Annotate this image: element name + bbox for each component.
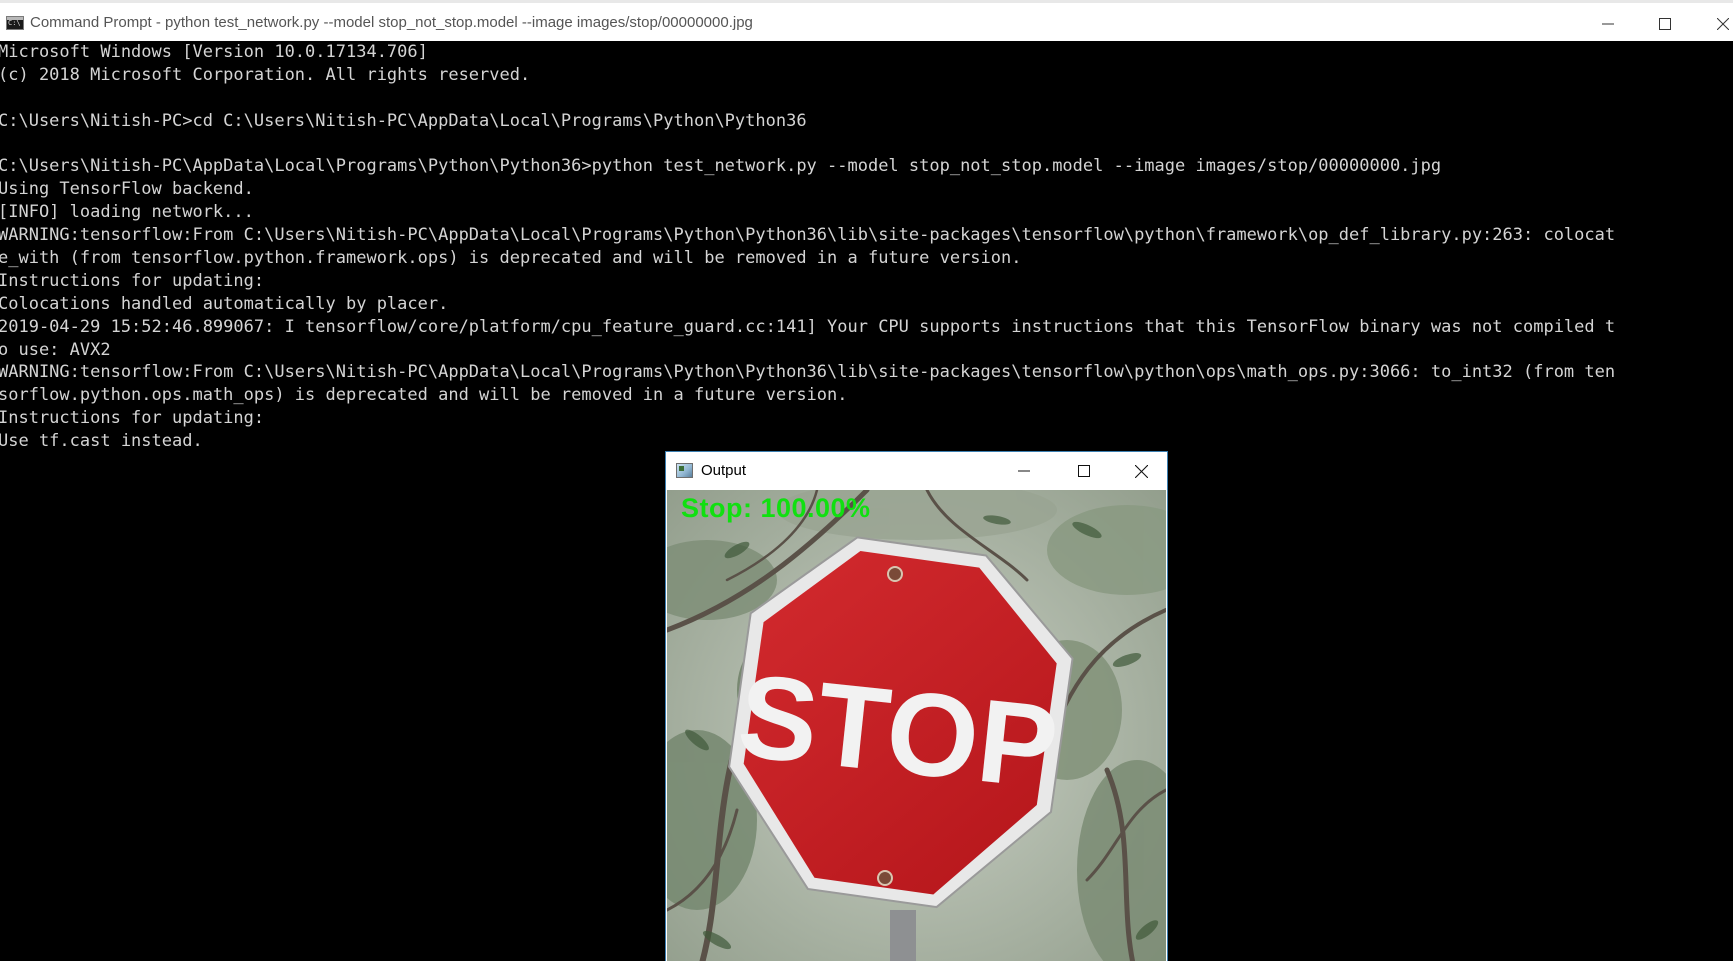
cmd-maximize-button[interactable] bbox=[1636, 6, 1694, 41]
prediction-label: Stop: 100.00% bbox=[681, 493, 871, 523]
cmd-close-button[interactable] bbox=[1694, 6, 1733, 41]
console-line: C:\Users\Nitish-PC\AppData\Local\Program… bbox=[0, 156, 1442, 177]
console-icon bbox=[6, 16, 24, 30]
output-image: STOP Stop: 100.00% bbox=[667, 490, 1166, 961]
console-line: (c) 2018 Microsoft Corporation. All righ… bbox=[0, 64, 531, 85]
console-line: sorflow.python.ops.math_ops) is deprecat… bbox=[0, 385, 848, 406]
console-line: Instructions for updating: bbox=[0, 270, 265, 291]
output-window[interactable]: Output STOP Stop: 100.00% bbox=[665, 451, 1168, 961]
console-line: Using TensorFlow backend. bbox=[0, 179, 254, 200]
desktop: Command Prompt - python test_network.py … bbox=[0, 0, 1733, 961]
close-icon bbox=[1717, 17, 1729, 30]
output-window-title: Output bbox=[701, 462, 747, 479]
console-line: WARNING:tensorflow:From C:\Users\Nitish-… bbox=[0, 362, 1616, 383]
stop-sign-photo: STOP bbox=[667, 490, 1166, 961]
output-close-button[interactable] bbox=[1115, 454, 1167, 488]
console-line: C:\Users\Nitish-PC>cd C:\Users\Nitish-PC… bbox=[0, 110, 807, 131]
maximize-icon bbox=[1078, 465, 1090, 477]
cmd-title-bar[interactable]: Command Prompt - python test_network.py … bbox=[0, 0, 1733, 41]
cmd-window-title: Command Prompt - python test_network.py … bbox=[30, 14, 753, 31]
console-line: Colocations handled automatically by pla… bbox=[0, 293, 449, 314]
console-line: Use tf.cast instead. bbox=[0, 431, 203, 452]
output-maximize-button[interactable] bbox=[1058, 454, 1110, 488]
minimize-icon bbox=[1018, 470, 1030, 472]
output-minimize-button[interactable] bbox=[998, 454, 1050, 488]
console-line: Instructions for updating: bbox=[0, 408, 265, 429]
close-icon bbox=[1134, 464, 1148, 478]
image-window-icon bbox=[676, 463, 693, 478]
console-line: Microsoft Windows [Version 10.0.17134.70… bbox=[0, 42, 428, 62]
cmd-minimize-button[interactable] bbox=[1579, 6, 1637, 41]
console-output[interactable]: Microsoft Windows [Version 10.0.17134.70… bbox=[0, 41, 1733, 461]
console-line: WARNING:tensorflow:From C:\Users\Nitish-… bbox=[0, 225, 1616, 246]
console-line: o use: AVX2 bbox=[0, 339, 111, 360]
maximize-icon bbox=[1659, 17, 1671, 30]
output-title-bar[interactable]: Output bbox=[666, 452, 1167, 490]
console-line: e_with (from tensorflow.python.framework… bbox=[0, 248, 1022, 269]
console-line: [INFO] loading network... bbox=[0, 202, 254, 223]
minimize-icon bbox=[1602, 23, 1614, 24]
console-line: 2019-04-29 15:52:46.899067: I tensorflow… bbox=[0, 316, 1616, 337]
